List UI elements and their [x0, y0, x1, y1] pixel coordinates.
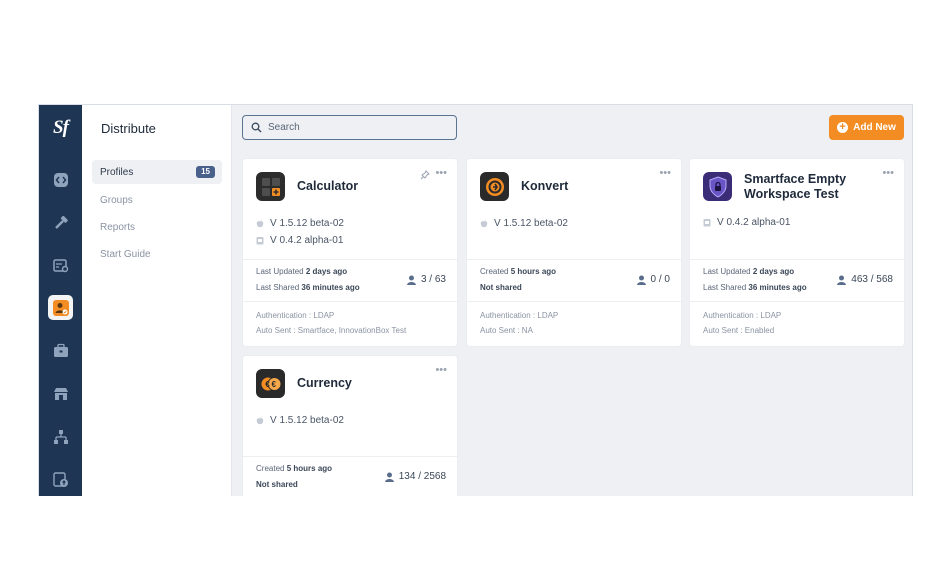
nav-item-profiles[interactable]: Profiles 15 [92, 160, 222, 184]
app-name: Konvert [521, 179, 569, 193]
more-options-icon[interactable]: ••• [435, 364, 447, 376]
version-row: V 0.4.2 alpha-01 [703, 217, 790, 228]
share-count: 463 / 568 [837, 274, 893, 285]
app-card-currency[interactable]: € € Currency ••• V 1.5.12 beta-02 Created… [243, 356, 457, 496]
apple-icon [256, 219, 264, 228]
last-shared: Last Shared 36 minutes ago [256, 283, 360, 292]
app-window: Sf Distribute Profiles 15 Groups Reports… [38, 104, 913, 496]
auth-text: Authentication : LDAP [256, 311, 335, 320]
auto-sent-text: Auto Sent : Smartface, InnovationBox Tes… [256, 326, 407, 335]
android-icon [703, 218, 711, 227]
search-input[interactable]: Search [242, 115, 457, 140]
nav-item-groups[interactable]: Groups [92, 188, 222, 212]
svg-text:€: € [265, 380, 270, 389]
shield-app-icon [703, 172, 732, 201]
last-updated: Last Updated 2 days ago [703, 267, 795, 276]
hierarchy-icon[interactable] [48, 424, 73, 449]
svg-text:€: € [271, 380, 276, 389]
app-card-smartface-empty-workspace-test[interactable]: Smartface Empty Workspace Test ••• V 0.4… [690, 159, 904, 346]
version-row: V 0.4.2 alpha-01 [256, 235, 343, 246]
logo[interactable]: Sf [39, 105, 82, 150]
konvert-app-icon [480, 172, 509, 201]
user-icon [636, 275, 646, 285]
app-name: Calculator [297, 179, 359, 193]
plus-icon: + [837, 122, 849, 133]
calculator-app-icon [256, 172, 285, 201]
divider [467, 301, 681, 302]
section-title: Distribute [101, 121, 156, 136]
auth-text: Authentication : LDAP [480, 311, 559, 320]
upload-icon[interactable] [48, 467, 73, 492]
search-placeholder: Search [268, 122, 300, 133]
divider [690, 259, 904, 260]
icon-rail: Sf [39, 105, 82, 496]
version-label: V 0.4.2 alpha-01 [717, 217, 791, 228]
code-icon[interactable] [48, 167, 73, 192]
share-count: 3 / 63 [406, 274, 446, 285]
version-row: V 1.5.12 beta-02 [480, 218, 568, 229]
auth-text: Authentication : LDAP [703, 311, 782, 320]
divider [243, 301, 457, 302]
apple-icon [480, 219, 488, 228]
android-icon [256, 236, 264, 245]
divider [690, 301, 904, 302]
nav-item-label: Reports [100, 221, 136, 233]
pin-icon[interactable] [420, 167, 430, 185]
share-count: 0 / 0 [636, 274, 670, 285]
version-label: V 0.4.2 alpha-01 [270, 235, 344, 246]
divider [243, 456, 457, 457]
last-shared: Last Shared 36 minutes ago [703, 283, 807, 292]
auto-sent-text: Auto Sent : Enabled [703, 326, 775, 335]
store-icon[interactable] [48, 381, 73, 406]
version-row: V 1.5.12 beta-02 [256, 218, 344, 229]
add-new-button[interactable]: + Add New [829, 115, 904, 140]
user-icon [406, 275, 416, 285]
app-card-konvert[interactable]: Konvert ••• V 1.5.12 beta-02 Created 5 h… [467, 159, 681, 346]
more-options-icon[interactable]: ••• [435, 167, 447, 179]
auto-sent-text: Auto Sent : NA [480, 326, 533, 335]
divider [243, 259, 457, 260]
app-name: Currency [297, 376, 352, 390]
version-row: V 1.5.12 beta-02 [256, 415, 344, 426]
last-updated: Last Updated 2 days ago [256, 267, 348, 276]
apple-icon [256, 416, 264, 425]
more-options-icon[interactable]: ••• [882, 167, 894, 179]
count-badge: 15 [196, 166, 215, 178]
shared-status: Not shared [480, 283, 522, 292]
hammer-icon[interactable] [48, 210, 73, 235]
nav-item-reports[interactable]: Reports [92, 215, 222, 239]
test-icon[interactable] [48, 253, 73, 278]
nav-item-label: Groups [100, 194, 133, 206]
user-icon [384, 472, 394, 482]
nav-item-label: Start Guide [100, 248, 151, 260]
user-icon [837, 275, 847, 285]
version-label: V 1.5.12 beta-02 [494, 218, 568, 229]
add-new-label: Add New [853, 122, 896, 133]
version-label: V 1.5.12 beta-02 [270, 415, 344, 426]
app-card-calculator[interactable]: Calculator ••• V 1.5.12 beta-02 V 0.4.2 … [243, 159, 457, 346]
distribute-icon[interactable] [48, 295, 73, 320]
shared-status: Not shared [256, 480, 298, 489]
divider [467, 259, 681, 260]
created: Created 5 hours ago [480, 267, 557, 276]
app-name: Smartface Empty Workspace Test [744, 172, 847, 201]
nav-item-start-guide[interactable]: Start Guide [92, 242, 222, 266]
version-label: V 1.5.12 beta-02 [270, 218, 344, 229]
briefcase-icon[interactable] [48, 338, 73, 363]
created: Created 5 hours ago [256, 464, 333, 473]
share-count: 134 / 2568 [384, 471, 446, 482]
search-icon [251, 122, 262, 133]
secondary-nav: Distribute Profiles 15 Groups Reports St… [82, 105, 232, 496]
more-options-icon[interactable]: ••• [659, 167, 671, 179]
nav-item-label: Profiles [100, 166, 134, 178]
currency-app-icon: € € [256, 369, 285, 398]
